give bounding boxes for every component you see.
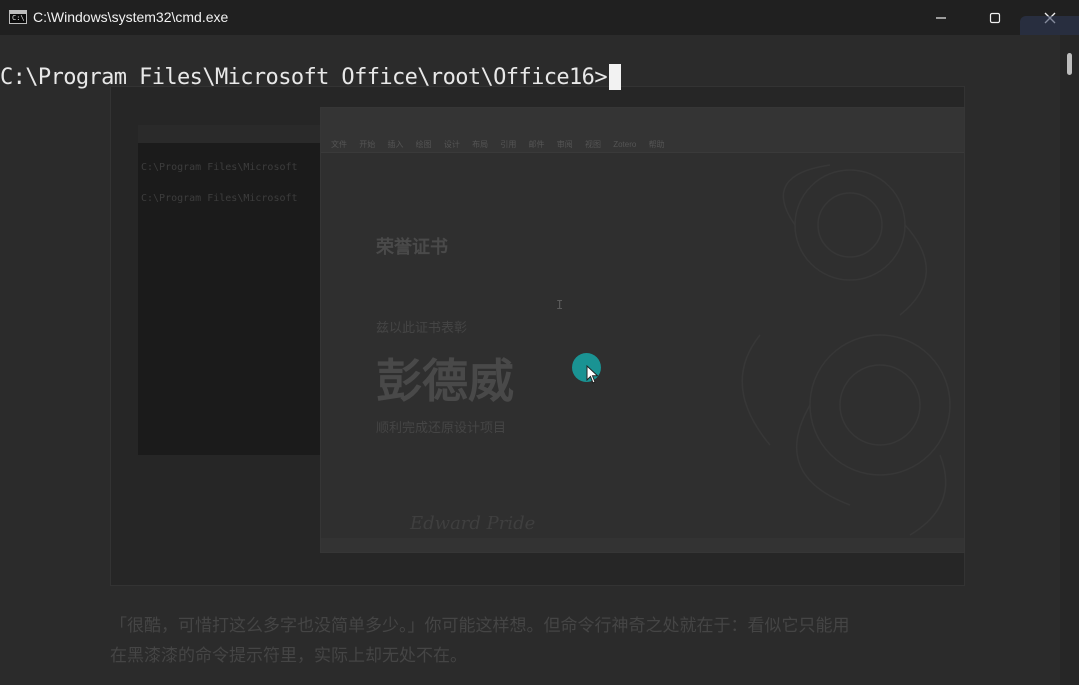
cmd-window-icon[interactable]: C:\ xyxy=(9,10,27,24)
vertical-scrollbar[interactable] xyxy=(1060,35,1079,685)
command-prompt-line[interactable]: C:\Program Files\Microsoft Office\root\O… xyxy=(0,64,621,90)
ghost-doc-title: 荣誉证书 xyxy=(376,237,448,258)
prompt-text: C:\Program Files\Microsoft Office\root\O… xyxy=(0,64,608,90)
maximize-icon xyxy=(989,12,1001,23)
console-output[interactable]: C:\Program Files\Microsoft C:\Program Fi… xyxy=(0,35,1060,685)
title-bar[interactable]: C:\ C:\Windows\system32\cmd.exe xyxy=(0,0,1079,35)
ghost-cmd-window: C:\Program Files\Microsoft C:\Program Fi… xyxy=(138,125,338,455)
ghost-cmd-titlebar xyxy=(138,125,338,143)
ghost-flower-illustration xyxy=(741,164,951,536)
scrollbar-thumb[interactable] xyxy=(1067,53,1072,75)
ghost-doc-subtitle: 兹以此证书表彰 xyxy=(376,321,468,336)
maximize-button[interactable] xyxy=(972,0,1018,35)
minimize-icon xyxy=(936,16,946,19)
text-cursor xyxy=(608,64,621,90)
ghost-article-line-1: 「很酷，可惜打这么多字也没简单多少。」你可能这样想。但命令行神奇之处就在于：看似… xyxy=(110,616,850,636)
ibeam-cursor-icon: I xyxy=(556,298,564,312)
ghost-word-menu: 文件 开始 插入 绘图 设计 布局 引用 邮件 审阅 视图 Zotero 帮助 xyxy=(331,140,665,149)
ghost-cmd-line-2: C:\Program Files\Microsoft xyxy=(141,193,298,204)
ghost-article-line-2: 在黑漆漆的命令提示符里，实际上却无处不在。 xyxy=(110,646,467,666)
window-title: C:\Windows\system32\cmd.exe xyxy=(33,9,229,25)
ghost-doc-description: 顺利完成还原设计项目 xyxy=(376,421,507,436)
ghost-word-ribbon: 文件 开始 插入 绘图 设计 布局 引用 邮件 审阅 视图 Zotero 帮助 xyxy=(321,108,964,153)
ghost-doc-signature: Edward Pride xyxy=(410,513,536,534)
cmd-icon-glyph: C:\ xyxy=(12,14,25,22)
ghost-doc-name: 彭德威 xyxy=(376,354,514,408)
ghost-cmd-line-1: C:\Program Files\Microsoft xyxy=(141,162,298,173)
minimize-button[interactable] xyxy=(918,0,964,35)
mouse-pointer-icon xyxy=(586,365,599,384)
